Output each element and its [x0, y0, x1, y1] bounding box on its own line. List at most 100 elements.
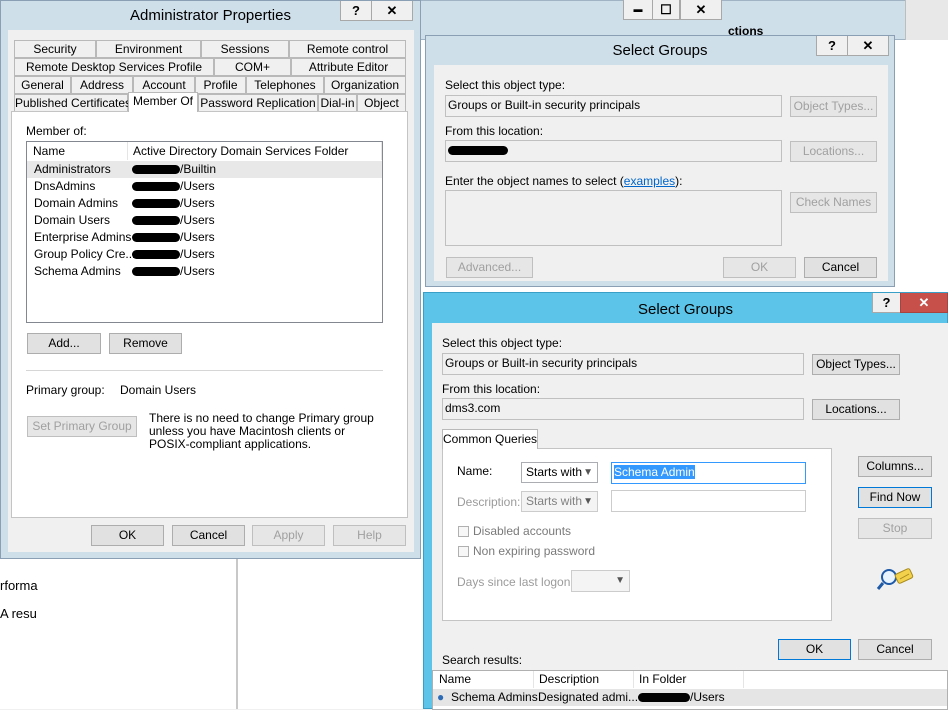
stop-button[interactable]: Stop — [858, 518, 932, 539]
group-name: Enterprise Admins — [34, 230, 132, 244]
close-button[interactable]: ✕ — [680, 0, 722, 20]
minimize-button[interactable]: ▬ — [623, 0, 653, 20]
help-button[interactable]: ? — [340, 1, 372, 21]
cancel-button[interactable]: Cancel — [804, 257, 877, 278]
object-types-button[interactable]: Object Types... — [812, 354, 900, 375]
group-name: Domain Admins — [34, 196, 119, 210]
column-header-name[interactable]: Name — [28, 142, 128, 160]
object-names-input[interactable] — [445, 190, 782, 246]
close-button[interactable]: ✕ — [900, 293, 948, 313]
column-header-name[interactable]: Name — [434, 671, 534, 688]
advanced-button[interactable]: Advanced... — [446, 257, 533, 278]
table-row[interactable]: Administrators /Builtin — [27, 161, 382, 178]
group-folder: /Users — [132, 178, 215, 195]
member-of-label: Member of: — [26, 124, 87, 138]
apply-button[interactable]: Apply — [252, 525, 325, 546]
table-row[interactable]: ● Schema Admins Designated admi... /Users — [433, 689, 947, 706]
tab-published-certificates[interactable]: Published Certificates — [14, 94, 131, 112]
tab-sessions[interactable]: Sessions — [201, 40, 289, 58]
columns-button[interactable]: Columns... — [858, 456, 932, 477]
remove-button[interactable]: Remove — [109, 333, 182, 354]
ok-button[interactable]: OK — [91, 525, 164, 546]
group-folder: /Builtin — [132, 161, 216, 178]
check-names-button[interactable]: Check Names — [790, 192, 877, 213]
table-row[interactable]: Domain Users /Users — [27, 212, 382, 229]
group-name: Domain Users — [34, 213, 111, 227]
enter-names-label: Enter the object names to select (exampl… — [445, 174, 683, 188]
background-window-strip: rforma A resu — [0, 540, 41, 709]
tab-general[interactable]: General — [14, 76, 71, 94]
table-row[interactable]: Enterprise Admins /Users — [27, 229, 382, 246]
tab-remote-control[interactable]: Remote control — [289, 40, 406, 58]
location-label: From this location: — [445, 124, 544, 138]
help-button[interactable]: ? — [872, 293, 901, 313]
ok-button[interactable]: OK — [723, 257, 796, 278]
column-header-folder[interactable]: Active Directory Domain Services Folder — [128, 142, 382, 160]
close-button[interactable]: ✕ — [371, 1, 413, 21]
non-expiring-password-label: Non expiring password — [473, 544, 596, 558]
table-row[interactable]: Domain Admins /Users — [27, 195, 382, 212]
tab-object[interactable]: Object — [357, 94, 406, 112]
group-folder: /Users — [132, 263, 215, 280]
help-text-button[interactable]: Help — [333, 525, 406, 546]
tab-telephones[interactable]: Telephones — [246, 76, 324, 94]
days-since-logon-select[interactable]: ▼ — [571, 570, 630, 592]
tab-profile[interactable]: Profile — [195, 76, 246, 94]
chevron-down-icon: ▼ — [615, 575, 625, 586]
tab-security[interactable]: Security — [14, 40, 96, 58]
name-mode-select[interactable]: Starts with ▼ — [521, 462, 598, 483]
tab-common-queries[interactable]: Common Queries — [442, 429, 538, 449]
location-field — [445, 140, 782, 162]
description-input[interactable] — [611, 490, 806, 512]
column-header-description[interactable]: Description — [534, 671, 634, 688]
maximize-button[interactable]: ☐ — [652, 0, 680, 20]
tab-member-of[interactable]: Member Of — [128, 92, 198, 112]
table-row[interactable]: Schema Admins /Users — [27, 263, 382, 280]
select-groups-dialog-background: Select Groups ? ✕ Select this object typ… — [425, 35, 895, 287]
non-expiring-password-checkbox[interactable] — [458, 546, 469, 557]
primary-group-value: Domain Users — [120, 383, 197, 397]
search-results-label: Search results: — [442, 653, 523, 667]
set-primary-group-button[interactable]: Set Primary Group — [27, 416, 137, 437]
result-description: Designated admi... — [538, 690, 639, 704]
redacted-domain — [448, 146, 508, 156]
close-button[interactable]: ✕ — [847, 36, 889, 56]
ok-button[interactable]: OK — [778, 639, 851, 660]
tab-com-plus[interactable]: COM+ — [214, 58, 291, 76]
tab-attribute-editor[interactable]: Attribute Editor — [291, 58, 406, 76]
add-button[interactable]: Add... — [27, 333, 101, 354]
name-input[interactable]: Schema Admin — [611, 462, 806, 484]
object-type-label: Select this object type: — [445, 78, 566, 92]
locations-button[interactable]: Locations... — [812, 399, 900, 420]
tab-remote-desktop-services-profile[interactable]: Remote Desktop Services Profile — [14, 58, 214, 76]
column-header-in-folder[interactable]: In Folder — [634, 671, 744, 688]
result-folder: /Users — [638, 689, 725, 706]
object-type-label: Select this object type: — [442, 336, 563, 350]
redacted-domain — [132, 267, 180, 277]
background-scrollbar — [905, 0, 948, 40]
group-folder: /Users — [132, 195, 215, 212]
description-label: Description: — [457, 495, 521, 509]
tab-password-replication[interactable]: Password Replication — [198, 94, 318, 112]
name-input-value: Schema Admin — [614, 465, 695, 479]
locations-button[interactable]: Locations... — [790, 141, 877, 162]
cancel-button[interactable]: Cancel — [172, 525, 245, 546]
disabled-accounts-label: Disabled accounts — [473, 524, 572, 538]
tab-environment[interactable]: Environment — [96, 40, 201, 58]
tab-address[interactable]: Address — [71, 76, 133, 94]
member-of-list[interactable]: Name Active Directory Domain Services Fo… — [26, 141, 383, 323]
examples-link[interactable]: examples — [624, 174, 675, 188]
location-label: From this location: — [442, 382, 541, 396]
tab-organization[interactable]: Organization — [324, 76, 406, 94]
find-now-button[interactable]: Find Now — [858, 487, 932, 508]
search-results-list[interactable]: Name Description In Folder ● Schema Admin… — [432, 670, 948, 710]
help-button[interactable]: ? — [816, 36, 848, 56]
disabled-accounts-checkbox[interactable] — [458, 526, 469, 537]
table-row[interactable]: DnsAdmins /Users — [27, 178, 382, 195]
object-types-button[interactable]: Object Types... — [790, 96, 877, 117]
cancel-button[interactable]: Cancel — [858, 639, 932, 660]
tab-dial-in[interactable]: Dial-in — [318, 94, 357, 112]
description-mode-select[interactable]: Starts with ▼ — [521, 491, 598, 512]
group-name: Schema Admins — [34, 264, 121, 278]
table-row[interactable]: Group Policy Cre... /Users — [27, 246, 382, 263]
